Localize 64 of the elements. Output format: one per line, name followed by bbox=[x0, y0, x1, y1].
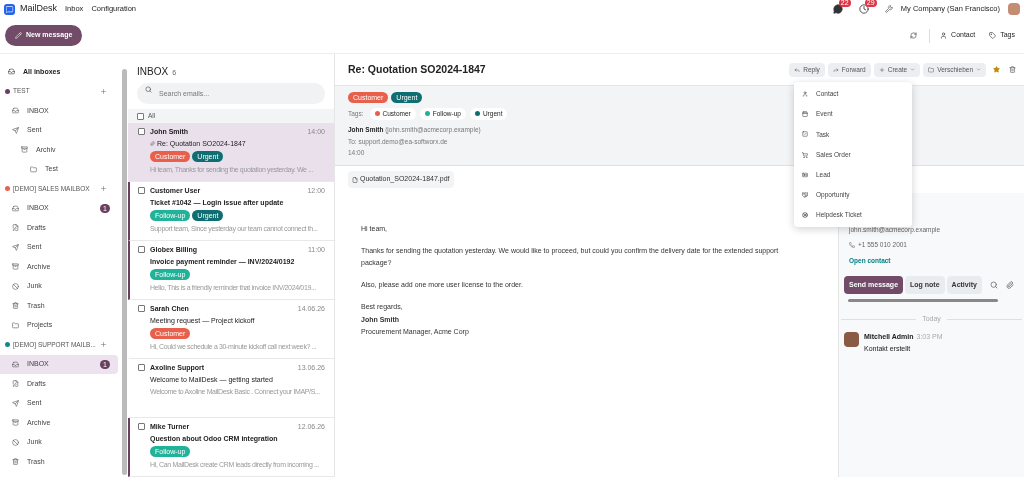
paper-plane-icon bbox=[12, 243, 19, 251]
paper-plane-icon bbox=[12, 399, 19, 407]
forward-icon bbox=[832, 66, 839, 73]
plus-icon bbox=[878, 66, 885, 73]
file-icon bbox=[352, 176, 358, 183]
phone-icon bbox=[849, 241, 855, 248]
folder-icon bbox=[928, 66, 935, 73]
inbox-icon bbox=[8, 68, 15, 76]
trash-icon bbox=[12, 302, 19, 310]
checkbox[interactable] bbox=[138, 423, 145, 430]
blocked-icon bbox=[12, 282, 19, 290]
clock-icon[interactable] bbox=[858, 4, 869, 14]
archive-box-icon bbox=[21, 146, 28, 154]
paper-plane-icon bbox=[12, 126, 19, 134]
scrollbar[interactable] bbox=[122, 69, 127, 475]
id-card-icon bbox=[802, 171, 808, 178]
app-name[interactable]: MailDesk bbox=[20, 2, 57, 16]
add-icon[interactable] bbox=[100, 341, 107, 349]
scrollbar[interactable] bbox=[848, 299, 998, 303]
add-icon[interactable] bbox=[100, 185, 107, 193]
avatar[interactable] bbox=[1008, 3, 1020, 15]
paperclip-icon bbox=[150, 141, 155, 146]
paperclip-icon[interactable] bbox=[1005, 281, 1014, 290]
reply-icon bbox=[794, 66, 801, 73]
person-icon bbox=[940, 32, 948, 39]
pen-square-icon bbox=[12, 380, 19, 388]
blocked-icon bbox=[12, 438, 19, 446]
checkbox[interactable] bbox=[138, 364, 145, 371]
handshake-icon bbox=[802, 192, 808, 199]
inbox-icon bbox=[12, 360, 19, 368]
logo-icon[interactable] bbox=[4, 3, 15, 15]
message-subject: Re: Quotation SO2024-1847 bbox=[348, 61, 487, 77]
pen-square-icon bbox=[12, 224, 19, 232]
search-icon bbox=[145, 86, 152, 93]
checkbox[interactable] bbox=[138, 187, 145, 194]
checkbox[interactable] bbox=[137, 112, 144, 120]
caret-icon bbox=[976, 67, 981, 72]
star-icon[interactable] bbox=[993, 66, 1000, 73]
list-title: INBOX bbox=[137, 65, 169, 79]
pencil-icon bbox=[15, 32, 22, 39]
caret-icon bbox=[910, 67, 916, 72]
folder-icon bbox=[30, 165, 37, 173]
search-icon[interactable] bbox=[989, 281, 998, 290]
inbox-icon bbox=[12, 107, 19, 115]
refresh-icon[interactable] bbox=[910, 32, 918, 39]
checkbox[interactable] bbox=[138, 246, 145, 253]
add-icon[interactable] bbox=[100, 87, 107, 95]
person-icon bbox=[802, 91, 808, 98]
trash-icon bbox=[12, 458, 19, 466]
archive-box-icon bbox=[12, 263, 19, 271]
avatar bbox=[844, 331, 859, 347]
archive-box-icon bbox=[12, 419, 19, 427]
chat-icon[interactable] bbox=[832, 4, 843, 14]
inbox-icon bbox=[12, 204, 19, 212]
checkbox[interactable] bbox=[138, 305, 145, 312]
calendar-icon bbox=[802, 111, 808, 118]
cart-icon bbox=[802, 151, 808, 158]
checkbox[interactable] bbox=[138, 128, 145, 135]
folder-icon bbox=[12, 321, 19, 329]
lifebuoy-icon bbox=[802, 212, 808, 219]
trash-icon[interactable] bbox=[1009, 66, 1016, 73]
tools-icon[interactable] bbox=[884, 5, 893, 13]
tag-icon bbox=[989, 32, 997, 39]
checkbox-icon bbox=[802, 131, 808, 138]
